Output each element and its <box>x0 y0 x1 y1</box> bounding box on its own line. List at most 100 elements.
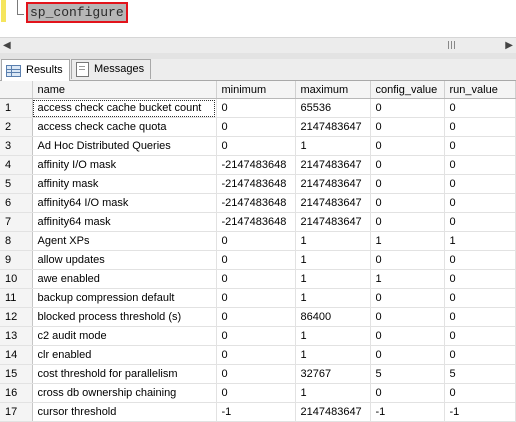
tab-results[interactable]: Results <box>1 59 70 81</box>
cell-name[interactable]: cross db ownership chaining <box>32 383 217 403</box>
cell-config-value[interactable]: 0 <box>370 136 445 156</box>
column-header-name[interactable]: name <box>32 81 217 99</box>
cell-name[interactable]: c2 audit mode <box>32 326 217 346</box>
cell-minimum[interactable]: 0 <box>216 288 296 308</box>
cell-name[interactable]: clr enabled <box>32 345 217 365</box>
cell-config-value[interactable]: 0 <box>370 288 445 308</box>
cell-name[interactable]: Ad Hoc Distributed Queries <box>32 136 217 156</box>
cell-run-value[interactable]: -1 <box>444 402 516 422</box>
cell-run-value[interactable]: 0 <box>444 326 516 346</box>
cell-maximum[interactable]: 2147483647 <box>295 155 371 175</box>
cell-run-value[interactable]: 0 <box>444 383 516 403</box>
cell-row-number[interactable]: 10 <box>0 269 33 289</box>
table-row[interactable]: 14 clr enabled 0 1 0 0 <box>0 345 516 365</box>
cell-run-value[interactable]: 0 <box>444 193 516 213</box>
cell-row-number[interactable]: 15 <box>0 364 33 384</box>
column-header-run-value[interactable]: run_value <box>444 81 516 99</box>
cell-maximum[interactable]: 1 <box>295 383 371 403</box>
cell-maximum[interactable]: 32767 <box>295 364 371 384</box>
cell-config-value[interactable]: 0 <box>370 155 445 175</box>
cell-name[interactable]: awe enabled <box>32 269 217 289</box>
cell-row-number[interactable]: 4 <box>0 155 33 175</box>
cell-name[interactable]: affinity64 mask <box>32 212 217 232</box>
cell-maximum[interactable]: 2147483647 <box>295 174 371 194</box>
cell-config-value[interactable]: -1 <box>370 402 445 422</box>
cell-maximum[interactable]: 1 <box>295 288 371 308</box>
cell-maximum[interactable]: 1 <box>295 231 371 251</box>
scroll-thumb-grip-icon[interactable] <box>448 41 457 49</box>
scroll-right-arrow-icon[interactable]: ▶ <box>505 40 513 51</box>
cell-maximum[interactable]: 86400 <box>295 307 371 327</box>
cell-minimum[interactable]: -2147483648 <box>216 212 296 232</box>
cell-config-value[interactable]: 0 <box>370 98 445 118</box>
cell-row-number[interactable]: 6 <box>0 193 33 213</box>
cell-maximum[interactable]: 2147483647 <box>295 117 371 137</box>
cell-minimum[interactable]: 0 <box>216 136 296 156</box>
cell-name[interactable]: cursor threshold <box>32 402 217 422</box>
cell-name[interactable]: backup compression default <box>32 288 217 308</box>
cell-row-number[interactable]: 12 <box>0 307 33 327</box>
cell-config-value[interactable]: 0 <box>370 193 445 213</box>
cell-name[interactable]: access check cache bucket count <box>32 98 217 118</box>
table-row[interactable]: 17 cursor threshold -1 2147483647 -1 -1 <box>0 402 516 422</box>
cell-row-number[interactable]: 1 <box>0 98 33 118</box>
cell-run-value[interactable]: 0 <box>444 174 516 194</box>
cell-row-number[interactable]: 13 <box>0 326 33 346</box>
cell-minimum[interactable]: 0 <box>216 117 296 137</box>
cell-minimum[interactable]: 0 <box>216 364 296 384</box>
cell-name[interactable]: Agent XPs <box>32 231 217 251</box>
cell-run-value[interactable]: 0 <box>444 98 516 118</box>
table-row[interactable]: 11 backup compression default 0 1 0 0 <box>0 288 516 308</box>
table-row[interactable]: 10 awe enabled 0 1 1 0 <box>0 269 516 289</box>
column-header-minimum[interactable]: minimum <box>216 81 296 99</box>
cell-maximum[interactable]: 1 <box>295 136 371 156</box>
cell-config-value[interactable]: 1 <box>370 231 445 251</box>
table-row[interactable]: 3 Ad Hoc Distributed Queries 0 1 0 0 <box>0 136 516 156</box>
cell-row-number[interactable]: 8 <box>0 231 33 251</box>
cell-name[interactable]: allow updates <box>32 250 217 270</box>
cell-config-value[interactable]: 0 <box>370 307 445 327</box>
cell-maximum[interactable]: 65536 <box>295 98 371 118</box>
cell-row-number[interactable]: 5 <box>0 174 33 194</box>
cell-maximum[interactable]: 1 <box>295 250 371 270</box>
table-row[interactable]: 13 c2 audit mode 0 1 0 0 <box>0 326 516 346</box>
table-row[interactable]: 9 allow updates 0 1 0 0 <box>0 250 516 270</box>
cell-run-value[interactable]: 0 <box>444 269 516 289</box>
cell-minimum[interactable]: 0 <box>216 326 296 346</box>
cell-name[interactable]: cost threshold for parallelism <box>32 364 217 384</box>
cell-config-value[interactable]: 1 <box>370 269 445 289</box>
table-row[interactable]: 4 affinity I/O mask -2147483648 2147483647 0… <box>0 155 516 175</box>
results-grid[interactable]: name minimum maximum config_value run_value … <box>0 81 516 422</box>
cell-run-value[interactable]: 0 <box>444 250 516 270</box>
cell-maximum[interactable]: 2147483647 <box>295 193 371 213</box>
column-header-row-number[interactable] <box>0 81 33 99</box>
cell-config-value[interactable]: 0 <box>370 250 445 270</box>
cell-minimum[interactable]: -2147483648 <box>216 174 296 194</box>
cell-row-number[interactable]: 17 <box>0 402 33 422</box>
table-row[interactable]: 1 access check cache bucket count 0 65536 0 0 <box>0 98 516 118</box>
cell-config-value[interactable]: 0 <box>370 345 445 365</box>
scroll-left-arrow-icon[interactable]: ◀ <box>3 40 11 51</box>
cell-config-value[interactable]: 0 <box>370 212 445 232</box>
cell-minimum[interactable]: 0 <box>216 269 296 289</box>
cell-run-value[interactable]: 0 <box>444 117 516 137</box>
cell-config-value[interactable]: 0 <box>370 117 445 137</box>
cell-row-number[interactable]: 2 <box>0 117 33 137</box>
cell-name[interactable]: affinity I/O mask <box>32 155 217 175</box>
cell-maximum[interactable]: 1 <box>295 326 371 346</box>
table-row[interactable]: 12 blocked process threshold (s) 0 86400 0 0 <box>0 307 516 327</box>
table-row[interactable]: 5 affinity mask -2147483648 2147483647 0 0 <box>0 174 516 194</box>
cell-minimum[interactable]: 0 <box>216 307 296 327</box>
tab-messages[interactable]: Messages <box>71 59 152 79</box>
cell-name[interactable]: blocked process threshold (s) <box>32 307 217 327</box>
editor-horizontal-scrollbar[interactable]: ◀ ▶ <box>0 37 516 53</box>
cell-run-value[interactable]: 0 <box>444 136 516 156</box>
cell-row-number[interactable]: 11 <box>0 288 33 308</box>
table-row[interactable]: 15 cost threshold for parallelism 0 32767 5 5 <box>0 364 516 384</box>
cell-config-value[interactable]: 5 <box>370 364 445 384</box>
cell-minimum[interactable]: 0 <box>216 383 296 403</box>
cell-name[interactable]: affinity mask <box>32 174 217 194</box>
table-row[interactable]: 7 affinity64 mask -2147483648 2147483647 0 0 <box>0 212 516 232</box>
cell-row-number[interactable]: 3 <box>0 136 33 156</box>
cell-run-value[interactable]: 5 <box>444 364 516 384</box>
